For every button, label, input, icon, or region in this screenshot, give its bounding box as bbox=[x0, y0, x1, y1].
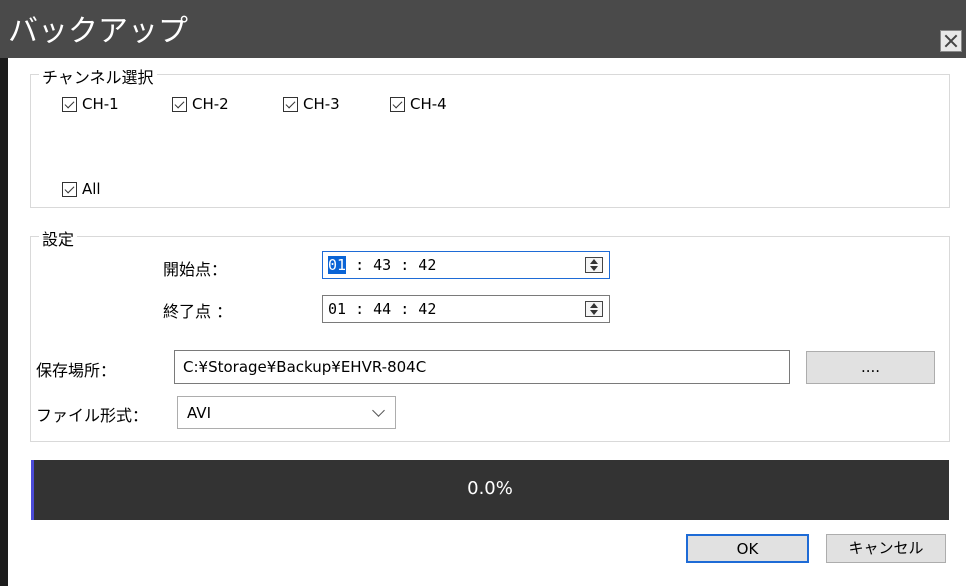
start-hour-segment[interactable]: 01 bbox=[328, 256, 347, 274]
settings-legend: 設定 bbox=[39, 226, 78, 250]
channel-1-label: CH-1 bbox=[82, 95, 119, 113]
file-format-select[interactable]: AVI bbox=[177, 396, 396, 429]
save-location-value: C:¥Storage¥Backup¥EHVR-804C bbox=[183, 358, 427, 376]
channel-select-legend: チャンネル選択 bbox=[39, 64, 157, 88]
spin-updown-icon[interactable] bbox=[585, 301, 603, 317]
title-bar: バックアップ bbox=[0, 0, 966, 58]
channel-4-checkbox[interactable]: CH-4 bbox=[390, 95, 447, 113]
channel-2-checkbox[interactable]: CH-2 bbox=[172, 95, 229, 113]
end-time-value: 01 : 44 : 42 bbox=[328, 300, 437, 318]
window-title: バックアップ bbox=[8, 14, 188, 49]
start-point-label: 開始点： bbox=[163, 260, 228, 279]
end-point-label: 終了点 ： bbox=[163, 302, 233, 321]
checkbox-icon[interactable] bbox=[283, 96, 298, 112]
progress-bar: 0.0% bbox=[31, 460, 949, 520]
channel-3-checkbox[interactable]: CH-3 bbox=[283, 95, 340, 113]
start-time-value: 01 : 43 : 42 bbox=[328, 256, 436, 274]
browse-button-label: .... bbox=[860, 358, 881, 376]
browse-button[interactable]: .... bbox=[806, 351, 935, 384]
cancel-button-label: キャンセル bbox=[848, 539, 924, 557]
save-location-label: 保存場所： bbox=[36, 361, 117, 380]
save-location-input[interactable]: C:¥Storage¥Backup¥EHVR-804C bbox=[174, 350, 790, 384]
file-format-label: ファイル形式： bbox=[36, 406, 149, 425]
checkbox-icon[interactable] bbox=[62, 181, 77, 197]
checkbox-icon[interactable] bbox=[172, 96, 187, 112]
channel-1-checkbox[interactable]: CH-1 bbox=[62, 95, 119, 113]
checkbox-icon[interactable] bbox=[62, 96, 77, 112]
end-time-field[interactable]: 01 : 44 : 42 bbox=[322, 295, 610, 323]
chevron-down-icon bbox=[372, 404, 385, 417]
close-button[interactable] bbox=[940, 30, 962, 52]
channel-select-group bbox=[30, 74, 950, 208]
all-channels-checkbox[interactable]: All bbox=[62, 180, 101, 198]
channel-2-label: CH-2 bbox=[192, 95, 229, 113]
channel-3-label: CH-3 bbox=[303, 95, 340, 113]
start-time-rest: : 43 : 42 bbox=[346, 256, 437, 274]
spin-updown-icon[interactable] bbox=[585, 257, 603, 273]
ok-button-label: OK bbox=[736, 540, 759, 558]
ok-button[interactable]: OK bbox=[686, 534, 809, 563]
channel-4-label: CH-4 bbox=[410, 95, 447, 113]
progress-text: 0.0% bbox=[467, 478, 513, 499]
file-format-value: AVI bbox=[187, 404, 211, 422]
all-channels-label: All bbox=[82, 180, 101, 198]
cancel-button[interactable]: キャンセル bbox=[826, 534, 946, 563]
checkbox-icon[interactable] bbox=[390, 96, 405, 112]
window-left-border bbox=[0, 58, 8, 586]
start-time-field[interactable]: 01 : 43 : 42 bbox=[322, 251, 610, 279]
